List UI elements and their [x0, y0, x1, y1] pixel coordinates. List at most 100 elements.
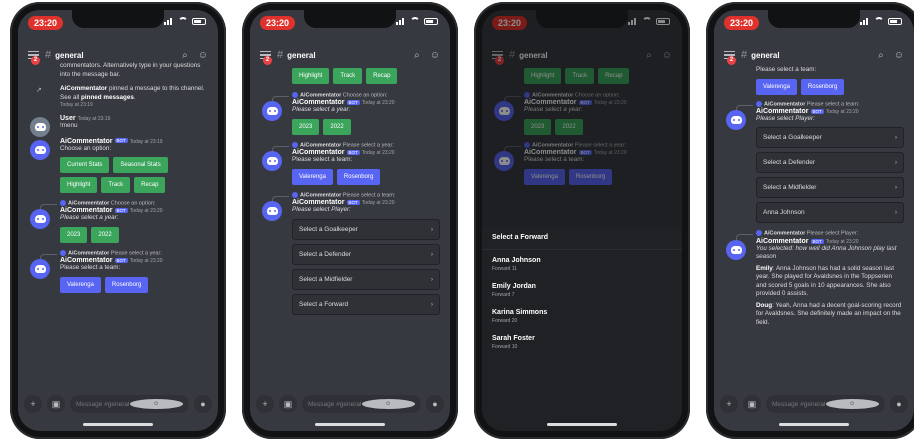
button-row: Current Stats Seasonal Stats [60, 157, 208, 173]
hash-icon: # [277, 49, 284, 61]
valerenga-button[interactable]: Valerenga [60, 276, 101, 293]
author-name[interactable]: AiCommentator [60, 138, 113, 145]
reply-reference[interactable]: AiCommentator Choose an option: [250, 92, 450, 104]
avatar[interactable] [262, 151, 282, 172]
reply-reference[interactable]: AiCommentator Please select a year: [18, 249, 218, 262]
composer: + ▣ Message #general ☺ ● [18, 391, 218, 417]
avatar[interactable] [30, 259, 50, 280]
author-name[interactable]: AiCommentator [60, 207, 113, 214]
defender-select[interactable]: Select a Defender › [756, 152, 904, 174]
screen: 23:20 2 # general ⌕ ☺ Highlight Track Re… [482, 10, 682, 431]
highlight-button[interactable]: Highlight [60, 177, 98, 193]
avatar[interactable] [726, 239, 746, 260]
option-emily-jordan[interactable]: Emily Jordan Forward 7 [482, 276, 682, 302]
avatar[interactable] [30, 209, 50, 230]
midfielder-select[interactable]: Select a Midfielder › [292, 268, 440, 290]
menu-icon[interactable]: 2 [28, 50, 40, 65]
timestamp: Today at 23:20 [129, 258, 163, 265]
reply-reference[interactable]: AiCommentator Choose an option: [18, 200, 218, 212]
composer: + ▣ Message #general ☺ ● [714, 391, 914, 417]
midfielder-select[interactable]: Select a Midfielder › [756, 177, 904, 199]
screen: 23:20 2 # general ⌕ ☺ Highlight Track Re… [250, 10, 450, 431]
emoji-icon[interactable]: ☺ [129, 399, 183, 409]
current-stats-button[interactable]: Current Stats [60, 157, 110, 173]
menu-icon[interactable]: 2 [724, 50, 736, 65]
gift-icon[interactable]: ▣ [743, 395, 761, 413]
author-name[interactable]: AiCommentator [756, 108, 809, 115]
pinned-messages-link[interactable]: pinned messages [81, 94, 134, 101]
microphone-icon[interactable]: ● [426, 395, 444, 413]
reply-reference[interactable]: AiCommentator Please select a team: [714, 100, 914, 113]
option-karina-simmons[interactable]: Karina Simmons Forward 20 [482, 302, 682, 328]
user-message: User Today at 23:19 !menu [18, 115, 218, 137]
track-button[interactable]: Track [101, 177, 131, 193]
forward-select-sheet: Select a Forward Anna Johnson Forward 11… [482, 226, 682, 431]
valerenga-button[interactable]: Valerenga [756, 78, 797, 95]
bot-message: AiCommentator BOT Today at 23:20 Please se… [250, 99, 450, 135]
valerenga-button[interactable]: Valerenga [292, 168, 333, 185]
author-name[interactable]: AiCommentator [292, 149, 345, 156]
chevron-right-icon: › [430, 275, 433, 283]
author-name[interactable]: AiCommentator [756, 238, 809, 245]
reply-reference[interactable]: AiCommentator Please select a team: [250, 191, 450, 204]
search-icon[interactable]: ⌕ [182, 50, 188, 61]
track-button[interactable]: Track [333, 68, 363, 84]
author-name[interactable]: AiCommentator [292, 199, 345, 206]
microphone-icon[interactable]: ● [890, 395, 908, 413]
goalkeeper-select[interactable]: Select a Goalkeeper › [756, 127, 904, 149]
author-name[interactable]: AiCommentator [292, 99, 345, 106]
option-sarah-foster[interactable]: Sarah Foster Forward 10 [482, 328, 682, 354]
rosenborg-button[interactable]: Rosenborg [104, 276, 149, 293]
notification-badge: 2 [263, 55, 272, 65]
button-row: Valerenga Rosenborg [756, 78, 904, 95]
channel-name: general [287, 50, 316, 60]
chevron-right-icon: › [894, 209, 897, 217]
plus-icon[interactable]: + [720, 395, 738, 413]
year-2023-button[interactable]: 2023 [60, 226, 88, 243]
forward-select[interactable]: Select a Forward › [292, 293, 440, 315]
plus-icon[interactable]: + [24, 395, 42, 413]
message-input[interactable]: Message #general ☺ [302, 395, 421, 413]
author-name[interactable]: User [60, 115, 76, 122]
home-indicator [779, 423, 849, 426]
search-icon[interactable]: ⌕ [878, 50, 884, 61]
members-icon[interactable]: ☺ [430, 50, 440, 61]
recap-button[interactable]: Recap [366, 68, 398, 84]
gift-icon[interactable]: ▣ [47, 395, 65, 413]
defender-select[interactable]: Select a Defender › [292, 243, 440, 265]
members-icon[interactable]: ☺ [894, 50, 904, 61]
plus-icon[interactable]: + [256, 395, 274, 413]
emoji-icon[interactable]: ☺ [825, 399, 879, 409]
avatar[interactable] [262, 101, 282, 122]
message-input[interactable]: Message #general ☺ [70, 395, 189, 413]
author-name[interactable]: AiCommentator [60, 257, 113, 264]
message-list: commentators. Alternatively type in your… [18, 62, 218, 389]
menu-icon[interactable]: 2 [260, 50, 272, 65]
recap-button[interactable]: Recap [134, 177, 166, 193]
microphone-icon[interactable]: ● [194, 395, 212, 413]
option-name: Emily Jordan [492, 283, 536, 290]
bot-message: AiCommentator BOT Today at 23:20 Please se… [714, 108, 914, 224]
option-anna-johnson[interactable]: Anna Johnson Forward 11 [482, 250, 682, 276]
reply-reference[interactable]: AiCommentator Please select a year: [250, 141, 450, 154]
rosenborg-button[interactable]: Rosenborg [800, 78, 845, 95]
avatar[interactable] [262, 201, 282, 222]
gift-icon[interactable]: ▣ [279, 395, 297, 413]
highlight-button[interactable]: Highlight [292, 68, 330, 84]
year-2022-button[interactable]: 2022 [323, 118, 351, 135]
emoji-icon[interactable]: ☺ [361, 399, 415, 409]
seasonal-stats-button[interactable]: Seasonal Stats [113, 157, 168, 173]
avatar[interactable] [30, 139, 50, 160]
forward-select[interactable]: Anna Johnson › [756, 202, 904, 224]
search-icon[interactable]: ⌕ [414, 50, 420, 61]
rosenborg-button[interactable]: Rosenborg [336, 168, 381, 185]
reply-reference[interactable]: AiCommentator Please select Player: [714, 230, 914, 243]
avatar[interactable] [726, 109, 746, 130]
year-2022-button[interactable]: 2022 [91, 226, 119, 243]
bot-tag: BOT [810, 238, 824, 244]
avatar[interactable] [30, 117, 50, 137]
message-input[interactable]: Message #general ☺ [766, 395, 885, 413]
year-2023-button[interactable]: 2023 [292, 118, 320, 135]
goalkeeper-select[interactable]: Select a Goalkeeper › [292, 218, 440, 240]
members-icon[interactable]: ☺ [198, 50, 208, 61]
